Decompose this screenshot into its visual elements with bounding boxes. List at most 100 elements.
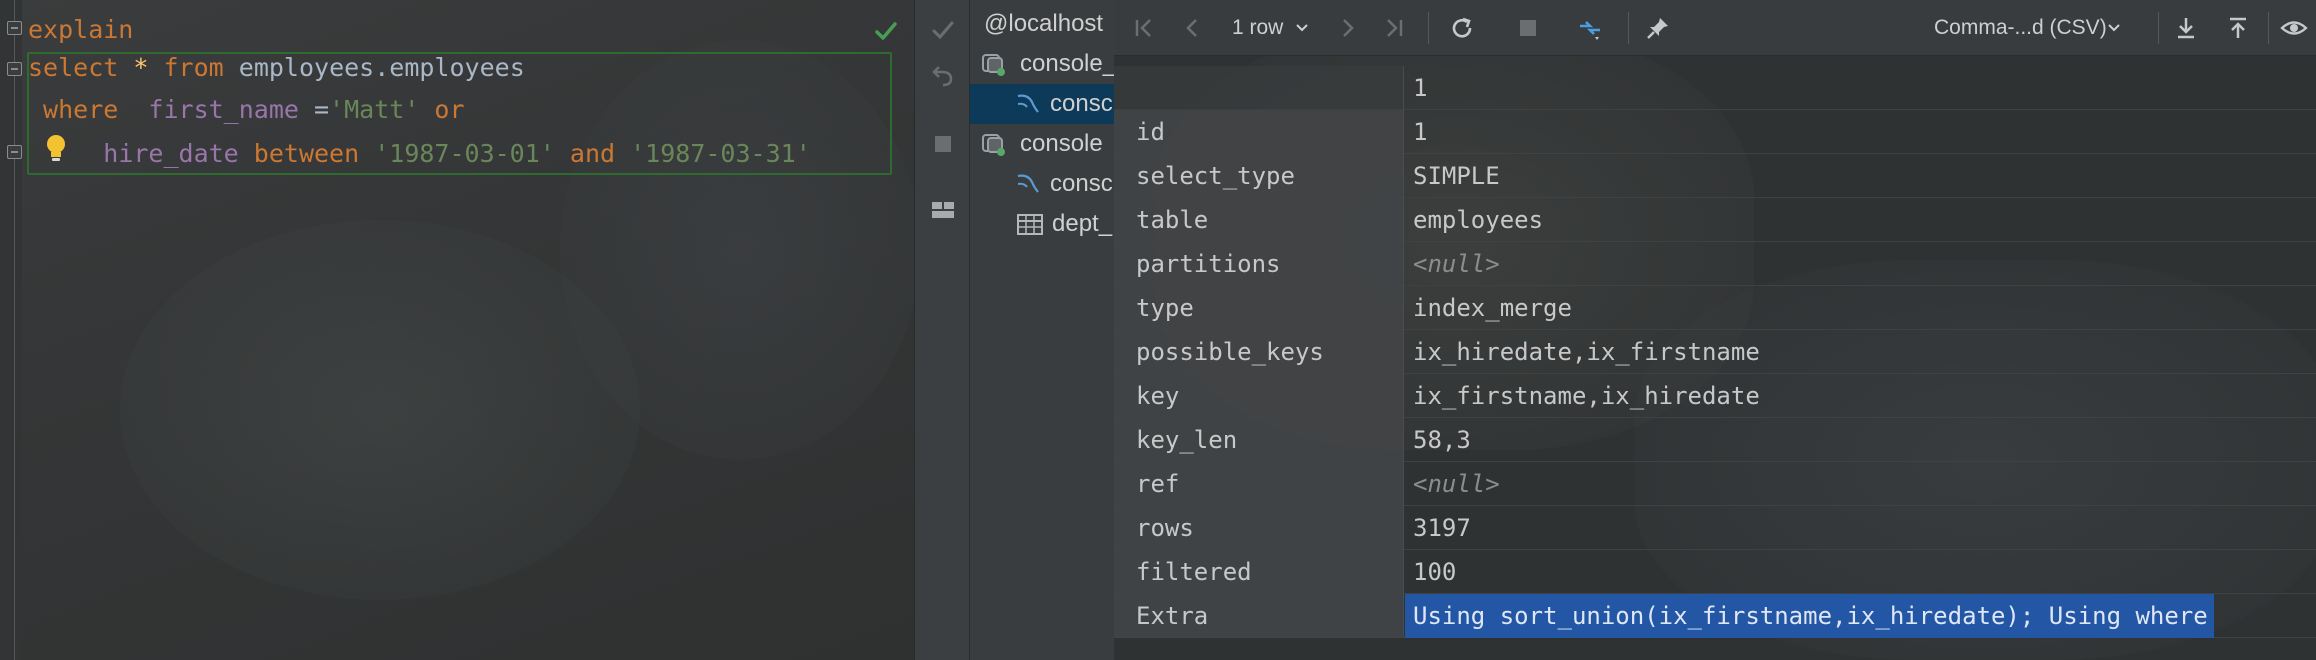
code-line[interactable]: where first_name ='Matt' or: [28, 90, 465, 130]
grid-header-row: 1: [1114, 66, 2316, 110]
value-cell[interactable]: index_merge: [1405, 286, 1578, 330]
column-name-cell[interactable]: table: [1114, 198, 1404, 242]
chevron-down-icon[interactable]: [2106, 20, 2122, 36]
sql-editor[interactable]: explain select * from employees.employees…: [0, 0, 914, 660]
database-tree: @localhost console_ consc console consc: [970, 0, 1114, 660]
mysql-console-icon: [1017, 94, 1039, 113]
value-cell[interactable]: 3197: [1405, 506, 1477, 550]
tree-item-label: console: [1020, 130, 1103, 157]
table-row[interactable]: key_len 58,3: [1114, 418, 2316, 462]
value-cell[interactable]: employees: [1405, 198, 1549, 242]
tree-item-console[interactable]: consc: [970, 164, 1114, 204]
column-name-cell[interactable]: filtered: [1114, 550, 1404, 594]
table-row[interactable]: select_type SIMPLE: [1114, 154, 2316, 198]
row-count-selector[interactable]: 1 row: [1232, 0, 1283, 56]
refresh-icon[interactable]: [1448, 14, 1476, 42]
column-name-cell[interactable]: select_type: [1114, 154, 1404, 198]
table-row[interactable]: possible_keys ix_hiredate,ix_firstname: [1114, 330, 2316, 374]
rollback-icon[interactable]: [929, 62, 957, 90]
value-cell[interactable]: ix_hiredate,ix_firstname: [1405, 330, 1766, 374]
code-token: where: [28, 95, 119, 124]
column-name-cell[interactable]: Extra: [1114, 594, 1404, 638]
results-panel: 1 row Comma-...d (CSV) 1 id 1 select_typ…: [1114, 0, 2316, 660]
check-icon: [875, 22, 897, 40]
column-name-cell[interactable]: key: [1114, 374, 1404, 418]
tree-item-console-group[interactable]: console: [970, 124, 1114, 164]
tree-item-label: console_: [1020, 50, 1114, 77]
column-name-cell[interactable]: possible_keys: [1114, 330, 1404, 374]
last-page-icon[interactable]: [1380, 14, 1408, 42]
code-line[interactable]: select * from employees.employees: [28, 48, 525, 88]
column-header-corner: [1114, 66, 1404, 110]
code-token: *: [133, 53, 149, 82]
value-cell[interactable]: SIMPLE: [1405, 154, 1506, 198]
tree-item-label: @localhost: [984, 10, 1104, 37]
table-row[interactable]: table employees: [1114, 198, 2316, 242]
column-name-cell[interactable]: key_len: [1114, 418, 1404, 462]
layout-icon[interactable]: [929, 196, 957, 224]
code-token: =: [298, 95, 330, 124]
value-cell[interactable]: ix_firstname,ix_hiredate: [1405, 374, 1766, 418]
code-token: 'Matt': [329, 95, 420, 124]
code-token: between: [253, 139, 360, 168]
value-cell[interactable]: 100: [1405, 550, 1462, 594]
compare-icon[interactable]: [1576, 14, 1604, 42]
table-row[interactable]: type index_merge: [1114, 286, 2316, 330]
pin-icon[interactable]: [1644, 14, 1672, 42]
table-row[interactable]: Extra Using sort_union(ix_firstname,ix_hi…: [1114, 594, 2316, 638]
stop-icon[interactable]: [929, 130, 957, 158]
eye-icon[interactable]: [2280, 14, 2308, 42]
table-row[interactable]: rows 3197: [1114, 506, 2316, 550]
code-token: or: [434, 95, 465, 124]
column-name-cell[interactable]: type: [1114, 286, 1404, 330]
table-row[interactable]: ref <null>: [1114, 462, 2316, 506]
table-row[interactable]: key ix_firstname,ix_hiredate: [1114, 374, 2316, 418]
gutter-line: [14, 0, 15, 660]
previous-page-icon[interactable]: [1178, 14, 1206, 42]
upload-icon[interactable]: [2224, 14, 2252, 42]
code-line[interactable]: explain: [28, 10, 133, 50]
code-token: and: [569, 139, 616, 168]
table-row[interactable]: id 1: [1114, 110, 2316, 154]
toolbar-separator: [1428, 12, 1429, 44]
export-format-selector[interactable]: Comma-...d (CSV): [1934, 0, 2107, 56]
mysql-console-icon: [1017, 174, 1039, 193]
stop-icon[interactable]: [1514, 14, 1542, 42]
next-page-icon[interactable]: [1334, 14, 1362, 42]
fold-toggle-icon[interactable]: [7, 145, 22, 159]
tree-item-console[interactable]: consc: [970, 84, 1114, 124]
column-name-cell[interactable]: partitions: [1114, 242, 1404, 286]
console-group-icon: [982, 134, 1005, 156]
code-token: select: [28, 53, 119, 82]
commit-icon[interactable]: [929, 16, 957, 44]
fold-toggle-icon[interactable]: [7, 21, 22, 35]
chevron-down-icon[interactable]: [1294, 20, 1310, 36]
tree-item-console-group[interactable]: console_: [970, 44, 1114, 84]
column-name-cell[interactable]: rows: [1114, 506, 1404, 550]
column-name-cell[interactable]: id: [1114, 110, 1404, 154]
code-line[interactable]: hire_date between '1987-03-01' and '1987…: [28, 134, 810, 174]
tree-item-table[interactable]: dept_: [970, 204, 1114, 244]
console-action-strip: [914, 0, 970, 660]
fold-toggle-icon[interactable]: [7, 62, 22, 76]
tree-item-localhost[interactable]: @localhost: [970, 4, 1114, 44]
code-token: '1987-03-01': [374, 139, 555, 168]
intention-bulb-icon[interactable]: [44, 133, 68, 163]
table-row[interactable]: filtered 100: [1114, 550, 2316, 594]
value-cell[interactable]: <null>: [1405, 462, 1506, 506]
table-row[interactable]: partitions <null>: [1114, 242, 2316, 286]
value-cell[interactable]: 58,3: [1405, 418, 1477, 462]
value-cell[interactable]: Using sort_union(ix_firstname,ix_hiredat…: [1405, 594, 2214, 638]
value-cell[interactable]: 1: [1405, 110, 1433, 154]
column-name-cell[interactable]: ref: [1114, 462, 1404, 506]
first-page-icon[interactable]: [1130, 14, 1158, 42]
value-cell[interactable]: <null>: [1405, 242, 1506, 286]
download-icon[interactable]: [2172, 14, 2200, 42]
toolbar-separator: [2158, 12, 2159, 44]
row-number-header[interactable]: 1: [1405, 66, 1433, 110]
